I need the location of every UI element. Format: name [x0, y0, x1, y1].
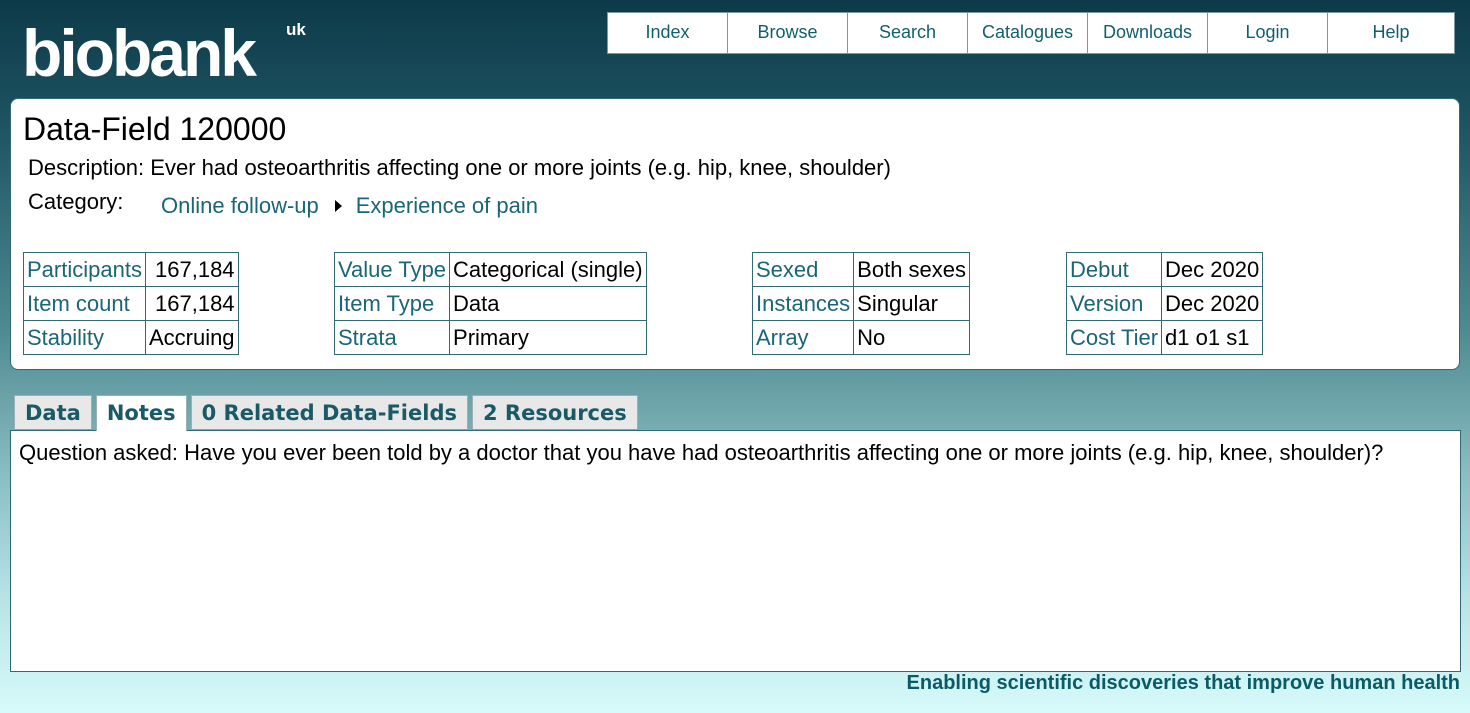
item-type-label: Item Type [333, 286, 451, 321]
item-count-value: 167,184 [144, 286, 239, 321]
stability-label: Stability [23, 320, 146, 355]
instances-label: Instances [751, 286, 855, 321]
strata-label: Strata [333, 320, 451, 355]
breadcrumb-online-follow-up[interactable]: Online follow-up [161, 193, 319, 219]
stability-value: Accruing [144, 320, 239, 355]
item-count-label: Item count [23, 286, 146, 321]
tab-bar: Data Notes 0 Related Data-Fields 2 Resou… [14, 395, 642, 431]
info-table-value-type: Value Type Categorical (single) Item Type… [333, 252, 647, 355]
version-label: Version [1065, 286, 1163, 321]
footer-tagline: Enabling scientific discoveries that imp… [906, 672, 1460, 694]
info-table-debut: Debut Dec 2020 Version Dec 2020 Cost Tier d… [1065, 252, 1264, 355]
description-label: Description: [28, 155, 145, 180]
strata-value: Primary [449, 320, 647, 355]
value-type-label: Value Type [333, 252, 451, 287]
debut-value: Dec 2020 [1161, 252, 1264, 287]
cost-tier-label: Cost Tier [1065, 320, 1163, 355]
notes-panel: Question asked: Have you ever been told … [10, 430, 1461, 672]
sexed-label: Sexed [751, 252, 855, 287]
version-value: Dec 2020 [1161, 286, 1264, 321]
logo-sup: uk [286, 20, 306, 39]
nav-index[interactable]: Index [608, 13, 728, 53]
page-title: Data-Field 120000 [23, 111, 287, 147]
nav-login[interactable]: Login [1208, 13, 1328, 53]
info-table-participants: Participants 167,184 Item count 167,184 St… [23, 252, 239, 355]
top-nav: Index Browse Search Catalogues Downloads… [607, 12, 1455, 54]
logo-text: biobank [22, 16, 257, 90]
participants-value: 167,184 [144, 252, 239, 287]
instances-value: Singular [853, 286, 971, 321]
description-text: Ever had osteoarthritis affecting one or… [150, 155, 891, 180]
nav-browse[interactable]: Browse [728, 13, 848, 53]
info-table-sexed: Sexed Both sexes Instances Singular Array N… [751, 252, 971, 355]
tab-resources[interactable]: 2 Resources [471, 395, 638, 429]
nav-search[interactable]: Search [848, 13, 968, 53]
array-label: Array [751, 320, 855, 355]
tab-data[interactable]: Data [14, 395, 92, 429]
tab-related-data-fields[interactable]: 0 Related Data-Fields [190, 395, 468, 429]
nav-downloads[interactable]: Downloads [1088, 13, 1208, 53]
category-label: Category: [28, 189, 124, 214]
breadcrumb-experience-of-pain[interactable]: Experience of pain [356, 193, 538, 219]
nav-help[interactable]: Help [1328, 13, 1454, 53]
sexed-value: Both sexes [853, 252, 971, 287]
participants-label: Participants [23, 252, 146, 287]
breadcrumb-arrow-icon [334, 200, 342, 212]
value-type-value: Categorical (single) [449, 252, 647, 287]
nav-catalogues[interactable]: Catalogues [968, 13, 1088, 53]
item-type-value: Data [449, 286, 647, 321]
array-value: No [853, 320, 971, 355]
notes-text: Question asked: Have you ever been told … [19, 440, 1384, 465]
debut-label: Debut [1065, 252, 1163, 287]
field-summary-panel: Data-Field 120000 Description: Ever had … [10, 98, 1460, 370]
tab-notes[interactable]: Notes [95, 395, 187, 431]
category-breadcrumb: Online follow-up Experience of pain [161, 193, 538, 219]
biobank-logo[interactable]: biobank uk [22, 14, 312, 88]
description: Description: Ever had osteoarthritis aff… [28, 155, 891, 181]
cost-tier-value: d1 o1 s1 [1161, 320, 1264, 355]
